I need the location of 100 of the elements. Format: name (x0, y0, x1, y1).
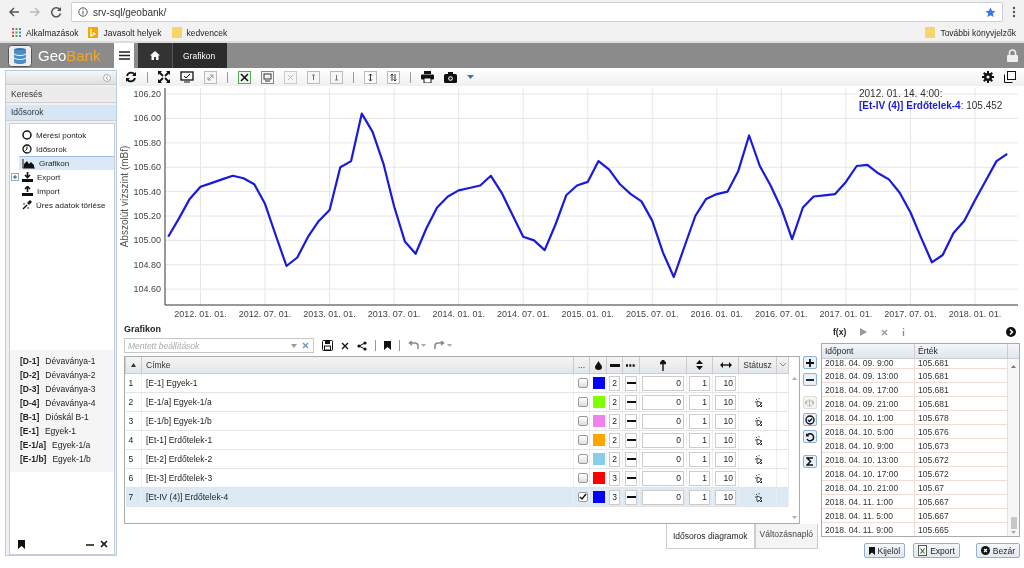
table-row[interactable]: 5 [Et-2] Erdőtelek-2 2 0 1 10 (125, 449, 789, 469)
bookmark-icon[interactable] (18, 539, 25, 549)
check-button[interactable] (802, 413, 817, 426)
number-field[interactable]: 10 (715, 394, 736, 410)
pointer-icon[interactable] (753, 454, 764, 464)
width-field[interactable]: 2 (609, 394, 620, 410)
column-header[interactable]: Státusz (738, 357, 777, 374)
color-swatch[interactable] (593, 472, 605, 484)
width-field[interactable]: 2 (609, 375, 620, 391)
pointer-icon[interactable] (753, 492, 764, 502)
line-style-button[interactable] (625, 432, 637, 448)
align-icon[interactable] (330, 70, 343, 84)
caret-icon[interactable] (779, 363, 786, 367)
info-icon[interactable] (902, 328, 906, 336)
number-field[interactable]: 1 (689, 413, 710, 429)
star-icon[interactable] (985, 6, 996, 18)
width-field[interactable]: 2 (609, 413, 620, 429)
number-field[interactable]: 0 (642, 375, 684, 391)
number-field[interactable]: 1 (689, 489, 710, 505)
width-field[interactable]: 3 (609, 489, 620, 505)
number-field[interactable]: 0 (642, 394, 684, 410)
align-icon[interactable] (307, 70, 320, 84)
width-field[interactable]: 3 (609, 470, 620, 486)
column-header[interactable]: Címke (141, 357, 574, 374)
sum-button[interactable] (802, 455, 817, 468)
scrollbar-thumb[interactable] (1010, 517, 1017, 529)
undo-icon[interactable] (408, 341, 426, 350)
tree-item[interactable]: Idősorok (19, 142, 114, 156)
bookmark[interactable]: További könyvjelzők (925, 27, 1016, 38)
tab[interactable]: Változásnapló (754, 524, 818, 549)
action-button[interactable]: Export (913, 543, 960, 558)
number-field[interactable]: 0 (642, 489, 684, 505)
refresh-icon[interactable] (125, 71, 137, 83)
checkbox[interactable] (577, 473, 588, 483)
monitor-icon[interactable] (180, 71, 194, 83)
checkbox[interactable] (577, 416, 588, 426)
scroll-up-icon[interactable] (1011, 365, 1016, 368)
number-field[interactable]: 10 (715, 413, 736, 429)
more-icon[interactable] (1012, 6, 1016, 18)
line-style-button[interactable] (625, 451, 637, 467)
number-field[interactable]: 0 (642, 432, 684, 448)
fit-icon[interactable] (238, 70, 251, 84)
home-breadcrumb[interactable] (138, 43, 172, 68)
number-field[interactable]: 1 (689, 394, 710, 410)
table-row[interactable]: 7 [Et-IV (4)] Erdőtelek-4 3 0 1 10 (125, 487, 789, 507)
expand-icon[interactable] (10, 173, 19, 181)
saved-settings-dropdown[interactable]: Mentett beállítások (124, 338, 314, 353)
column-header[interactable]: Időpont (822, 344, 915, 358)
bookmark-icon[interactable] (384, 341, 391, 350)
formula-button[interactable]: f(x) (833, 327, 847, 337)
back-icon[interactable] (8, 6, 20, 18)
line-style-button[interactable] (625, 470, 637, 486)
reset-button[interactable] (802, 430, 817, 443)
menu-button[interactable] (114, 43, 134, 68)
pointer-icon[interactable] (753, 435, 764, 445)
lock-icon[interactable] (1007, 49, 1018, 62)
action-button[interactable]: Bezár (975, 543, 1020, 558)
number-field[interactable]: 1 (689, 470, 710, 486)
number-field[interactable]: 10 (715, 470, 736, 486)
address-bar[interactable]: srv-sql/geobank/ (71, 2, 1003, 22)
number-field[interactable]: 10 (715, 375, 736, 391)
number-field[interactable]: 10 (715, 489, 736, 505)
pointer-icon[interactable] (753, 397, 764, 407)
camera-icon[interactable] (444, 71, 457, 83)
tab[interactable]: Idősoros diagramok (665, 524, 755, 549)
table-row[interactable]: 1 [E-1] Egyek-1 2 0 1 10 (125, 373, 789, 393)
fullscreen-icon[interactable] (158, 71, 170, 83)
line-style-button[interactable] (625, 413, 637, 429)
bookmark[interactable]: kedvencek (171, 27, 228, 38)
clear-icon[interactable] (302, 342, 309, 349)
pointer-icon[interactable] (753, 473, 764, 483)
checkbox[interactable] (577, 378, 588, 388)
number-field[interactable]: 1 (689, 375, 710, 391)
tree-item[interactable]: Import (19, 184, 114, 198)
sidebar-section[interactable]: Keresés (6, 87, 116, 103)
share-icon[interactable] (357, 340, 367, 351)
print-icon[interactable] (421, 71, 434, 83)
table-row[interactable]: 4 [Et-1] Erdőtelek-1 2 0 1 10 (125, 430, 789, 450)
breadcrumb-item[interactable]: Grafikon (172, 43, 228, 68)
line-style-button[interactable] (625, 394, 637, 410)
table-row[interactable]: 3 [E-1/b] Egyek-1/b 2 0 1 10 (125, 411, 789, 431)
number-field[interactable]: 10 (715, 451, 736, 467)
tree-item[interactable]: Grafikon (19, 156, 114, 170)
number-field[interactable]: 10 (715, 432, 736, 448)
number-field[interactable]: 1 (689, 432, 710, 448)
checkbox[interactable] (577, 492, 588, 502)
table-row[interactable]: 6 [Et-3] Erdőtelek-3 3 0 1 10 (125, 468, 789, 488)
delete-icon[interactable] (341, 341, 349, 350)
settings-field[interactable]: Mentett beállítások (125, 340, 286, 351)
width-field[interactable]: 2 (609, 451, 620, 467)
pointer-icon[interactable] (753, 416, 764, 426)
add-button[interactable] (802, 356, 817, 369)
table-row[interactable]: 2 [E-1/a] Egyek-1/a 2 0 1 10 (125, 392, 789, 412)
color-swatch[interactable] (593, 491, 605, 503)
caret-icon[interactable] (467, 75, 474, 79)
color-swatch[interactable] (593, 415, 605, 427)
settings-icon[interactable] (982, 71, 994, 83)
next-icon[interactable] (1006, 327, 1016, 337)
color-swatch[interactable] (593, 453, 605, 465)
tree-item[interactable]: Üres adatok törlése (19, 198, 114, 212)
